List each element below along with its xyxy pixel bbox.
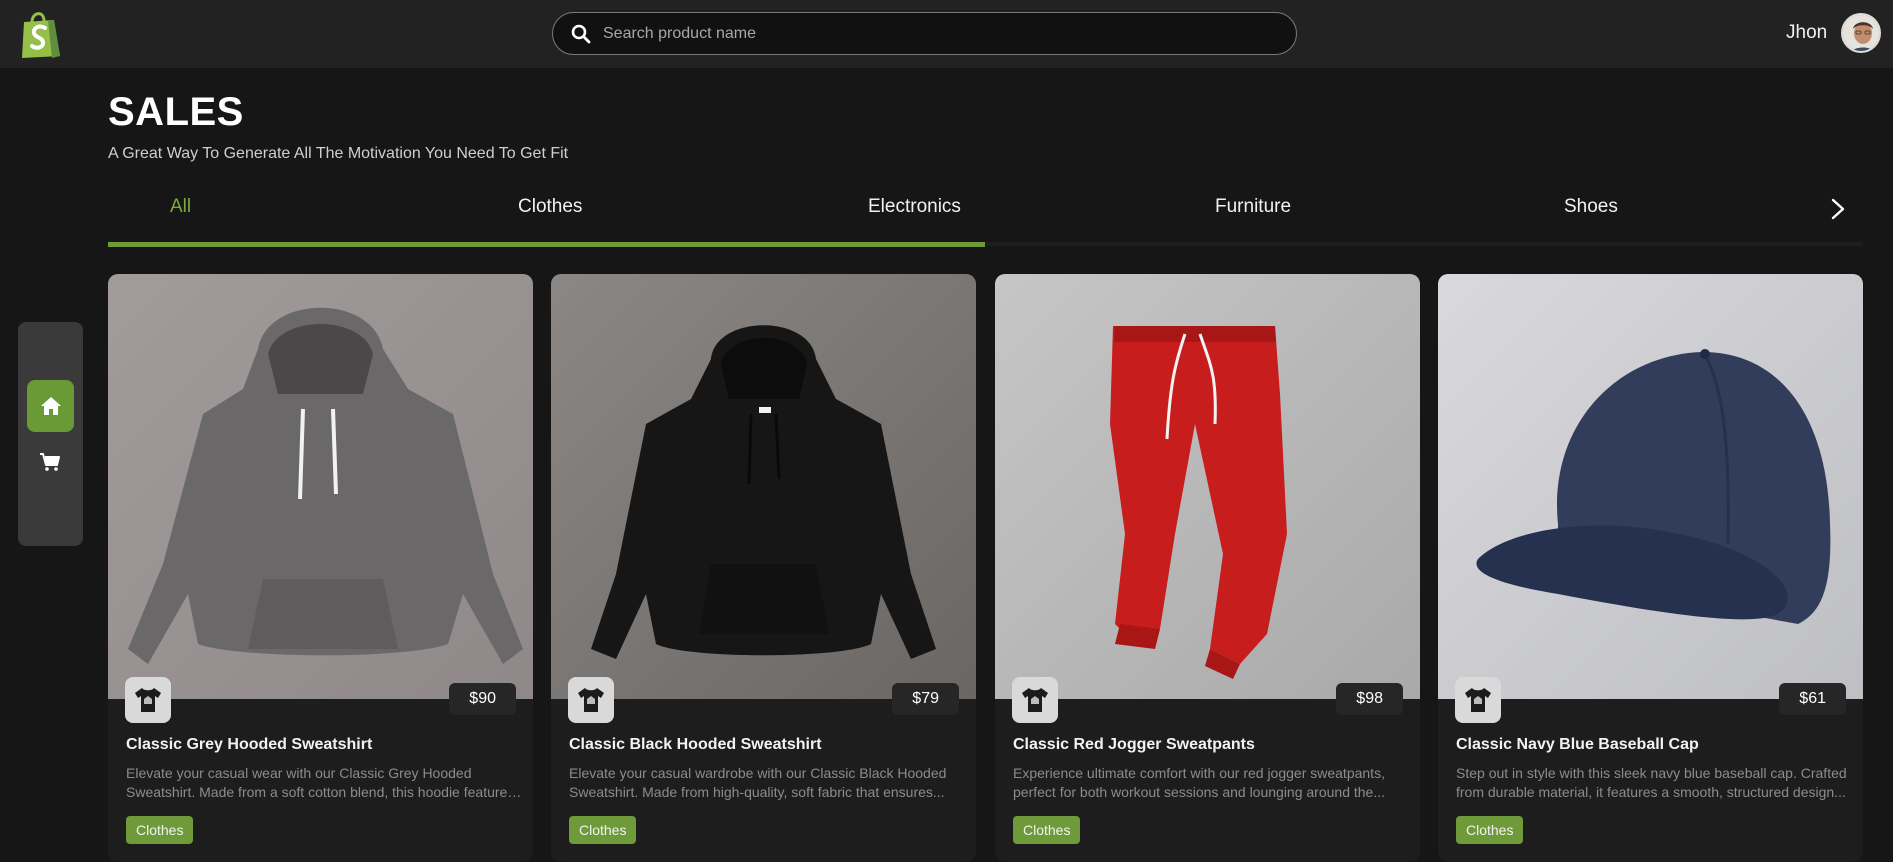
home-icon (40, 397, 61, 415)
product-image-grey-hoodie[interactable] (108, 274, 533, 699)
product-title[interactable]: Classic Black Hooded Sweatshirt (569, 736, 822, 754)
top-bar: Jhon (0, 0, 1893, 68)
tab-electronics[interactable]: Electronics (868, 196, 961, 218)
cart-icon (40, 453, 60, 471)
category-tag[interactable]: Clothes (1013, 816, 1081, 844)
search-bar[interactable] (552, 12, 1297, 55)
product-title[interactable]: Classic Navy Blue Baseball Cap (1456, 736, 1699, 754)
chevron-right-icon[interactable] (1824, 194, 1852, 224)
category-thumbnail (568, 677, 614, 723)
active-tab-indicator (108, 242, 985, 247)
page-subtitle: A Great Way To Generate All The Motivati… (108, 145, 569, 162)
tshirt-icon (135, 688, 161, 712)
product-card[interactable]: $79 Classic Black Hooded Sweatshirt Elev… (551, 274, 976, 862)
product-description: Elevate your casual wardrobe with our Cl… (569, 765, 947, 800)
tab-clothes[interactable]: Clothes (518, 196, 582, 218)
tshirt-icon (1465, 688, 1491, 712)
product-description: Step out in style with this sleek navy b… (1456, 765, 1847, 800)
avatar[interactable] (1841, 13, 1881, 53)
price-badge: $61 (1779, 683, 1846, 715)
search-input[interactable] (603, 24, 1263, 43)
product-card[interactable]: $90 Classic Grey Hooded Sweatshirt Eleva… (108, 274, 533, 862)
price-badge: $98 (1336, 683, 1403, 715)
product-title[interactable]: Classic Grey Hooded Sweatshirt (126, 736, 372, 754)
avatar-face-icon (1843, 15, 1879, 51)
nav-cart-button[interactable] (35, 448, 65, 476)
tab-furniture[interactable]: Furniture (1215, 196, 1291, 218)
category-thumbnail (1455, 677, 1501, 723)
tab-all[interactable]: All (170, 196, 191, 218)
product-card[interactable]: $98 Classic Red Jogger Sweatpants Experi… (995, 274, 1420, 862)
product-description: Elevate your casual wear with our Classi… (126, 765, 515, 800)
tab-shoes[interactable]: Shoes (1564, 196, 1618, 218)
side-navigation (18, 322, 83, 546)
category-thumbnail (1012, 677, 1058, 723)
tshirt-icon (578, 688, 604, 712)
search-icon (571, 24, 591, 43)
product-title[interactable]: Classic Red Jogger Sweatpants (1013, 736, 1255, 754)
product-image-black-hoodie[interactable] (551, 274, 976, 699)
product-image-red-joggers[interactable] (995, 274, 1420, 699)
page-title: SALES (108, 90, 244, 134)
price-badge: $79 (892, 683, 959, 715)
shopping-bag-logo-icon[interactable] (18, 8, 64, 60)
category-tag[interactable]: Clothes (1456, 816, 1524, 844)
category-tag[interactable]: Clothes (569, 816, 637, 844)
category-tabs: All Clothes Electronics Furniture Shoes (108, 186, 1863, 247)
tshirt-icon (1022, 688, 1048, 712)
nav-home-button[interactable] (27, 380, 74, 432)
category-tag[interactable]: Clothes (126, 816, 194, 844)
price-badge: $90 (449, 683, 516, 715)
user-name[interactable]: Jhon (1786, 22, 1827, 44)
category-thumbnail (125, 677, 171, 723)
product-image-navy-cap[interactable] (1438, 274, 1863, 699)
product-card[interactable]: $61 Classic Navy Blue Baseball Cap Step … (1438, 274, 1863, 862)
product-description: Experience ultimate comfort with our red… (1013, 765, 1386, 800)
